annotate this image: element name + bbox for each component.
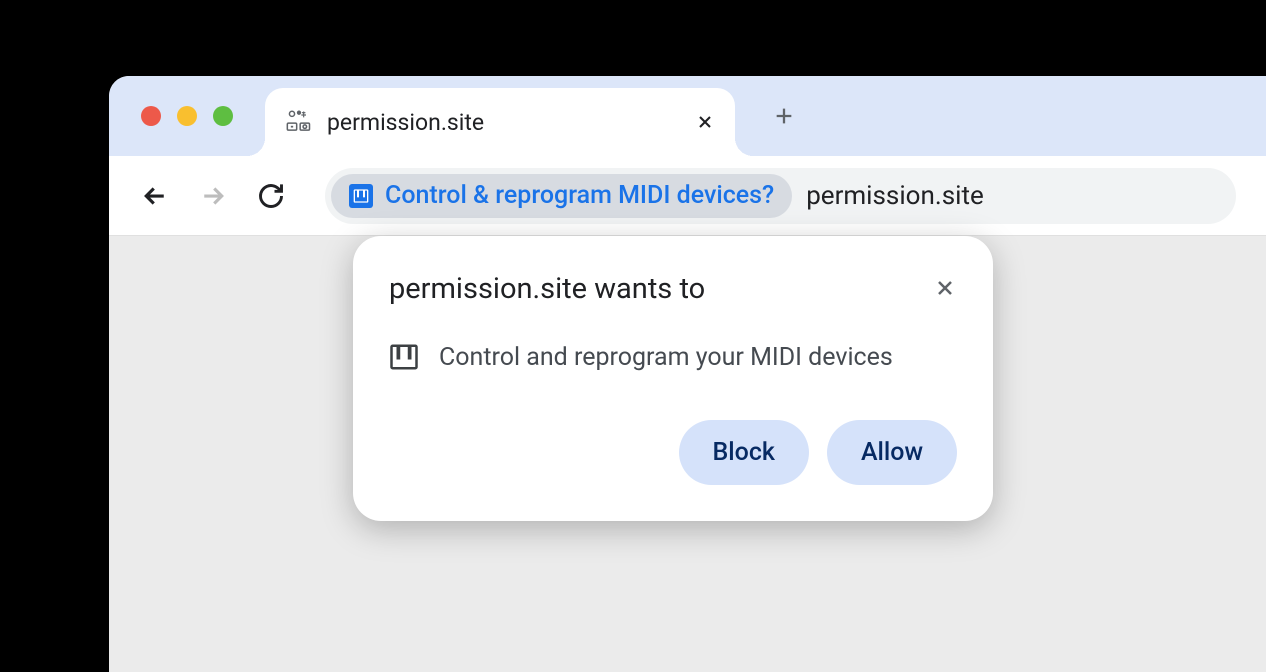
content-area: permission.site wants to Control and rep… [109, 236, 1266, 672]
tab-title: permission.site [327, 109, 695, 136]
new-tab-icon[interactable] [773, 105, 795, 127]
permission-prompt: permission.site wants to Control and rep… [353, 236, 993, 521]
address-url: permission.site [806, 181, 984, 211]
back-button[interactable] [139, 180, 171, 212]
prompt-body: Control and reprogram your MIDI devices [389, 342, 957, 372]
permission-chip[interactable]: Control & reprogram MIDI devices? [331, 174, 792, 218]
permission-chip-label: Control & reprogram MIDI devices? [385, 181, 774, 210]
address-bar[interactable]: Control & reprogram MIDI devices? permis… [325, 168, 1236, 224]
prompt-description: Control and reprogram your MIDI devices [439, 343, 893, 372]
prompt-title: permission.site wants to [389, 272, 705, 306]
close-icon[interactable] [933, 276, 957, 300]
close-tab-icon[interactable] [695, 112, 715, 132]
browser-window: permission.site [109, 76, 1266, 672]
allow-button[interactable]: Allow [827, 420, 957, 485]
midi-icon [349, 184, 373, 208]
piano-icon [389, 342, 419, 372]
minimize-window-button[interactable] [177, 106, 197, 126]
forward-button[interactable] [197, 180, 229, 212]
reload-button[interactable] [255, 180, 287, 212]
block-button[interactable]: Block [679, 420, 809, 485]
tab-bar: permission.site [109, 76, 1266, 156]
prompt-actions: Block Allow [389, 420, 957, 485]
toolbar: Control & reprogram MIDI devices? permis… [109, 156, 1266, 236]
tab-favicon-icon [285, 108, 313, 136]
close-window-button[interactable] [141, 106, 161, 126]
browser-tab[interactable]: permission.site [265, 88, 735, 156]
maximize-window-button[interactable] [213, 106, 233, 126]
prompt-header: permission.site wants to [389, 272, 957, 306]
window-controls [141, 106, 233, 126]
